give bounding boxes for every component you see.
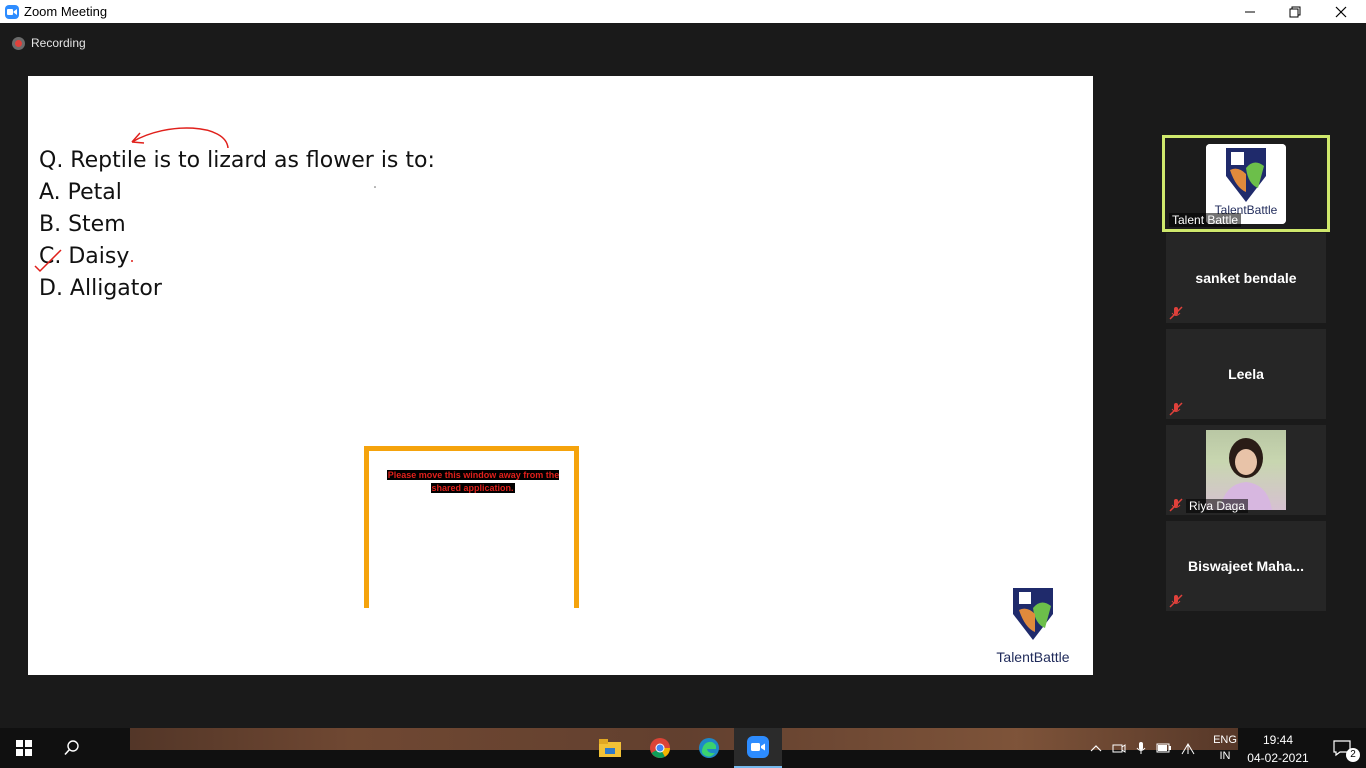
minimize-icon — [1245, 11, 1255, 12]
network-icon[interactable] — [1180, 740, 1196, 756]
chevron-up-icon[interactable] — [1090, 744, 1102, 752]
mic-muted-icon — [1169, 402, 1183, 416]
talentbattle-logo: TalentBattle — [990, 584, 1076, 665]
window-titlebar: Zoom Meeting — [0, 0, 1366, 23]
language-code: ENG — [1213, 734, 1237, 746]
avatar: TalentBattle — [1206, 144, 1286, 224]
share-warning-message: Please move this window away from the sh… — [386, 470, 560, 493]
restore-button[interactable] — [1272, 0, 1318, 23]
share-warning-window[interactable]: Please move this window away from the sh… — [364, 446, 579, 608]
system-tray — [1090, 728, 1204, 768]
folder-icon — [599, 739, 621, 757]
windows-taskbar: ENG IN 19:44 04-02-2021 2 — [0, 728, 1366, 768]
annotation-arrow — [131, 127, 229, 149]
zoom-app-icon — [5, 4, 19, 19]
option-a: A. Petal — [39, 180, 122, 205]
region-code: IN — [1219, 750, 1231, 762]
mic-muted-icon — [1169, 594, 1183, 608]
clock-time: 19:44 — [1262, 733, 1294, 747]
record-icon — [12, 36, 25, 50]
shared-screen[interactable]: Q. Reptile is to lizard as flower is to:… — [28, 76, 1093, 675]
taskbar-edge[interactable] — [685, 728, 733, 768]
participant-name: Riya Daga — [1186, 499, 1249, 513]
close-button[interactable] — [1318, 0, 1364, 23]
mic-muted-icon — [1169, 306, 1183, 320]
talentbattle-avatar-icon: TalentBattle — [1206, 144, 1286, 224]
participant-name: Talent Battle — [1169, 213, 1242, 227]
taskbar-file-explorer[interactable] — [586, 728, 634, 768]
annotation-dot — [131, 260, 133, 262]
clock-date: 04-02-2021 — [1247, 751, 1309, 765]
recording-label: Recording — [31, 36, 86, 50]
windows-logo-icon — [16, 740, 32, 756]
option-b: B. Stem — [39, 212, 126, 237]
participant-photo — [1206, 430, 1286, 510]
start-button[interactable] — [0, 728, 48, 768]
option-c: C. Daisy — [39, 244, 130, 269]
question-text: Q. Reptile is to lizard as flower is to: — [39, 148, 435, 173]
edge-icon — [699, 738, 719, 758]
mic-muted-icon — [1169, 498, 1183, 512]
participant-tile-riya[interactable]: Riya Daga — [1166, 425, 1326, 515]
battery-icon[interactable] — [1156, 742, 1172, 754]
search-button[interactable] — [48, 728, 96, 768]
taskbar-chrome[interactable] — [636, 728, 684, 768]
participant-tile-leela[interactable]: Leela — [1166, 329, 1326, 419]
participant-tile-talent-battle[interactable]: TalentBattle Talent Battle — [1162, 135, 1330, 232]
talentbattle-logo-text: TalentBattle — [996, 649, 1070, 665]
minimize-button[interactable] — [1227, 0, 1273, 23]
language-indicator[interactable]: ENG IN — [1212, 728, 1238, 768]
zoom-toolbar-preview — [130, 728, 1238, 750]
microphone-icon[interactable] — [1134, 741, 1148, 755]
notifications-button[interactable]: 2 — [1318, 728, 1366, 768]
restore-icon — [1289, 6, 1301, 17]
recording-indicator[interactable]: Recording — [12, 36, 86, 50]
option-d: D. Alligator — [39, 276, 162, 301]
participant-name: sanket bendale — [1195, 270, 1297, 286]
clock[interactable]: 19:44 04-02-2021 — [1240, 731, 1316, 767]
window-title: Zoom Meeting — [24, 4, 108, 19]
close-icon — [1335, 6, 1347, 17]
participant-tile-sanket[interactable]: sanket bendale — [1166, 233, 1326, 323]
person-photo-icon — [1220, 438, 1272, 510]
zoom-icon — [747, 736, 769, 758]
camera-icon[interactable] — [1112, 741, 1126, 755]
talentbattle-shield-icon — [1013, 588, 1053, 640]
meeting-area: Recording Q. Reptile is to lizard as flo… — [0, 23, 1366, 728]
notification-count-badge: 2 — [1346, 748, 1360, 762]
taskbar-zoom[interactable] — [734, 728, 782, 768]
participant-name: Biswajeet Maha... — [1188, 558, 1304, 574]
participant-name: Leela — [1228, 366, 1264, 382]
participant-tile-biswajeet[interactable]: Biswajeet Maha... — [1166, 521, 1326, 611]
chrome-icon — [650, 738, 671, 758]
search-icon — [64, 740, 79, 756]
